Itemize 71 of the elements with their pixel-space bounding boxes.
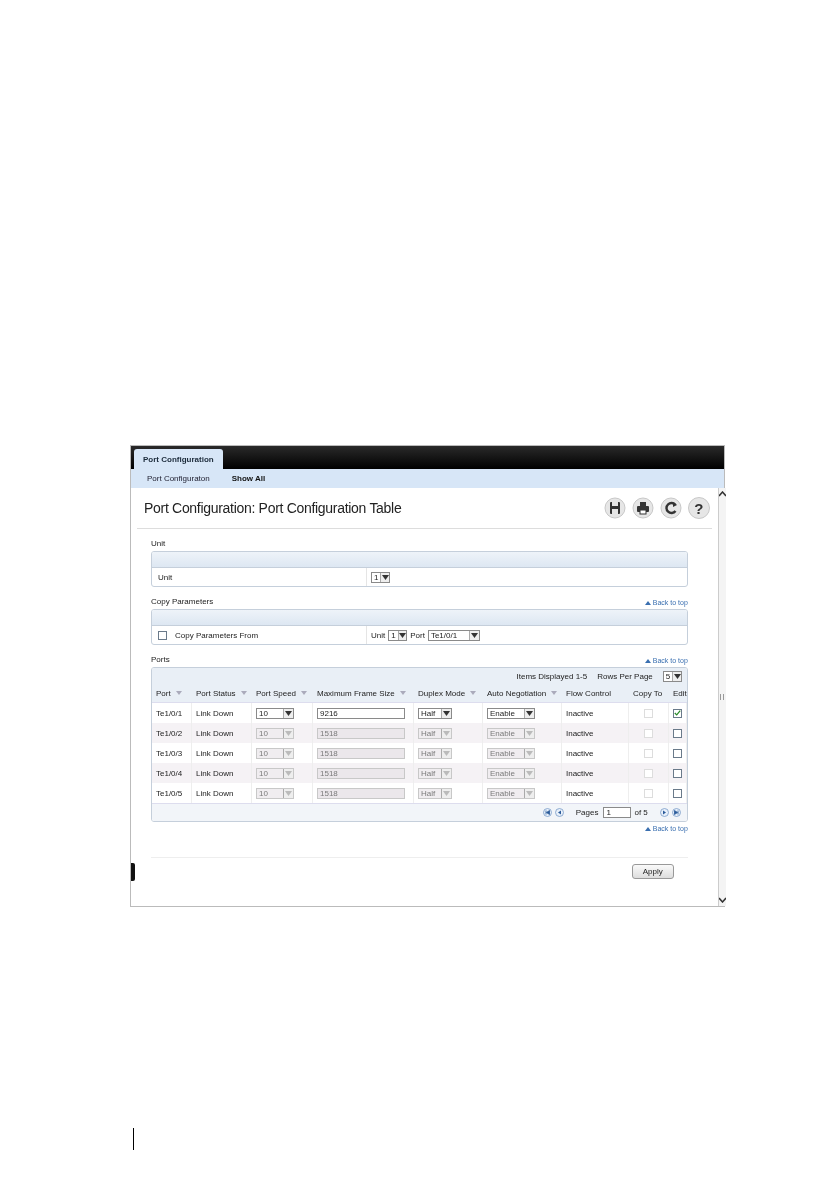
first-page-icon[interactable] [542, 808, 552, 817]
dropdown[interactable]: 1 [371, 571, 390, 583]
field-label: Unit [371, 630, 386, 640]
page-title: Port Configuration: Port Configuration Table [144, 500, 402, 516]
scroll-down-icon[interactable] [718, 897, 726, 903]
caret-icon[interactable] [398, 632, 406, 638]
scroll-up-icon[interactable] [718, 491, 726, 497]
field-label: Pages [575, 808, 599, 817]
table-cell: Te1/0/1 [156, 708, 183, 718]
dropdown[interactable]: Half [418, 707, 452, 719]
side-handle[interactable] [131, 863, 135, 881]
last-page-icon[interactable] [671, 808, 681, 817]
sort-icon[interactable] [399, 691, 406, 695]
table-cell: Te1/0/5 [156, 788, 183, 798]
table-cell: Te1/0/4 [156, 768, 183, 778]
sort-icon[interactable] [551, 691, 558, 695]
field-label: Rows Per Page [597, 671, 653, 681]
print-icon[interactable] [631, 497, 654, 519]
checkbox-label: Copy Parameters From [175, 630, 259, 640]
nav-link[interactable]: Show All [231, 474, 266, 483]
table-cell: Inactive [566, 728, 594, 738]
sort-icon[interactable] [240, 691, 247, 695]
triangle-icon [644, 658, 651, 663]
apply-button[interactable]: Apply [631, 864, 674, 879]
caret-icon[interactable] [673, 673, 681, 679]
page-total-text: of 5 [634, 808, 648, 817]
caret-icon[interactable] [526, 710, 533, 716]
column-header[interactable]: Port [156, 688, 171, 698]
caret-icon[interactable] [470, 632, 478, 638]
dropdown[interactable]: Te1/0/1 [427, 629, 480, 641]
section-heading: Copy Parameters [151, 597, 214, 606]
sort-icon[interactable] [175, 691, 182, 695]
nav-link[interactable]: Port Configuraton [147, 474, 210, 483]
caret-icon[interactable] [285, 710, 292, 716]
table-cell: Link Down [196, 708, 234, 718]
next-page-icon[interactable] [659, 808, 669, 817]
sort-icon[interactable] [301, 691, 308, 695]
table-cell: Link Down [196, 748, 234, 758]
refresh-icon[interactable] [659, 497, 682, 519]
section-heading: Unit [151, 539, 166, 548]
caret-icon[interactable] [381, 574, 389, 580]
items-displayed-text: Items Displayed 1-5 [516, 671, 588, 681]
dropdown[interactable]: 5 [662, 670, 682, 682]
checkbox[interactable] [672, 708, 682, 718]
tab[interactable]: Port Configuration [134, 449, 223, 469]
input-field[interactable]: 9216 [317, 707, 405, 719]
table-cell: Link Down [196, 768, 234, 778]
page-number-field[interactable]: 1 [603, 807, 632, 818]
previous-page-icon[interactable] [554, 808, 564, 817]
table-cell: Link Down [196, 728, 234, 738]
field-label: Port [410, 630, 425, 640]
sort-icon[interactable] [470, 691, 477, 695]
table-cell: Inactive [566, 788, 594, 798]
field-label: Unit [158, 572, 173, 582]
table-cell: Link Down [196, 788, 234, 798]
table-cell: Inactive [566, 768, 594, 778]
caret-icon[interactable] [443, 710, 450, 716]
table-cell: Te1/0/3 [156, 748, 183, 758]
triangle-icon [644, 600, 651, 605]
dropdown[interactable]: 10 [256, 707, 294, 719]
checkbox[interactable] [158, 630, 167, 640]
dropdown[interactable]: Enable [487, 707, 535, 719]
table-cell: Te1/0/2 [156, 728, 183, 738]
dropdown[interactable]: 1 [388, 629, 408, 641]
table-cell: Inactive [566, 708, 594, 718]
save-icon[interactable] [603, 497, 626, 519]
triangle-icon [644, 826, 651, 831]
help-button[interactable]: ? [687, 497, 710, 519]
scrollbar[interactable] [717, 488, 726, 906]
section-heading: Ports [151, 655, 170, 664]
table-cell: Inactive [566, 748, 594, 758]
